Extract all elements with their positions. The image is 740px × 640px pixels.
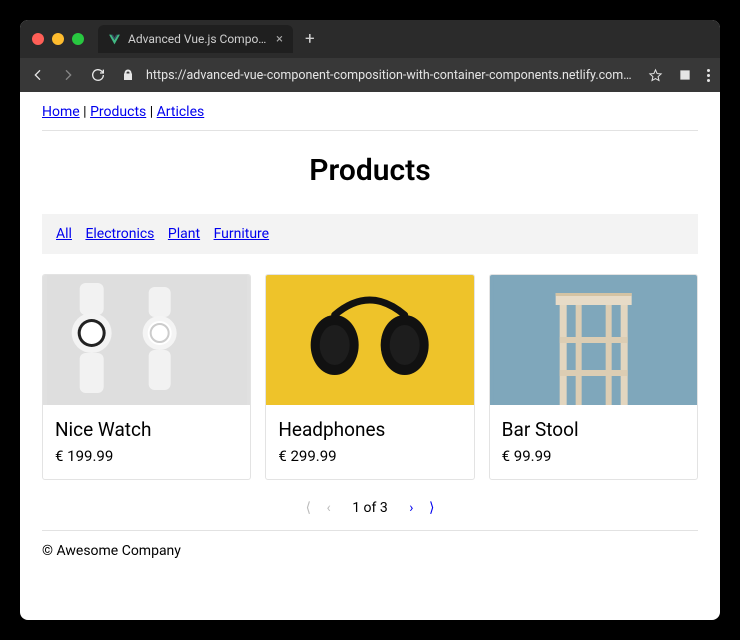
product-name: Bar Stool bbox=[502, 418, 685, 441]
filter-all[interactable]: All bbox=[56, 226, 72, 242]
nav-products[interactable]: Products bbox=[90, 104, 146, 120]
menu-button[interactable] bbox=[707, 69, 710, 82]
tab-title: Advanced Vue.js Component C bbox=[128, 32, 269, 46]
titlebar: Advanced Vue.js Component C × + bbox=[20, 20, 720, 58]
reload-button[interactable] bbox=[90, 67, 106, 83]
product-grid: Nice Watch € 199.99 Hea bbox=[42, 274, 698, 480]
vue-icon bbox=[108, 33, 121, 46]
address-bar: https://advanced-vue-component-compositi… bbox=[20, 58, 720, 92]
product-card[interactable]: Nice Watch € 199.99 bbox=[42, 274, 251, 480]
page-indicator: 1 of 3 bbox=[352, 500, 388, 516]
next-page-button[interactable]: › bbox=[409, 500, 413, 516]
extensions-button[interactable] bbox=[677, 67, 693, 83]
back-button[interactable] bbox=[30, 67, 46, 83]
minimize-window-button[interactable] bbox=[52, 33, 64, 45]
close-tab-icon[interactable]: × bbox=[276, 33, 283, 46]
footer: © Awesome Company bbox=[42, 530, 698, 559]
product-image bbox=[43, 275, 250, 405]
page-title: Products bbox=[42, 153, 698, 188]
lock-icon bbox=[120, 67, 136, 83]
prev-page-button: ‹ bbox=[327, 500, 331, 516]
filter-electronics[interactable]: Electronics bbox=[85, 226, 154, 242]
browser-tab[interactable]: Advanced Vue.js Component C × bbox=[98, 25, 293, 53]
site-nav: Home | Products | Articles bbox=[42, 104, 698, 131]
product-name: Headphones bbox=[278, 418, 461, 441]
window-controls bbox=[32, 33, 84, 45]
product-price: € 99.99 bbox=[502, 447, 685, 465]
product-image bbox=[266, 275, 473, 405]
new-tab-button[interactable]: + bbox=[305, 31, 315, 48]
forward-button[interactable] bbox=[60, 67, 76, 83]
bookmark-button[interactable] bbox=[647, 67, 663, 83]
pagination: ⟨ ‹ 1 of 3 › ⟩ bbox=[42, 500, 698, 516]
product-name: Nice Watch bbox=[55, 418, 238, 441]
page-content: Home | Products | Articles Products All … bbox=[20, 92, 720, 620]
close-window-button[interactable] bbox=[32, 33, 44, 45]
filter-plant[interactable]: Plant bbox=[168, 226, 200, 242]
filter-furniture[interactable]: Furniture bbox=[214, 226, 270, 242]
browser-window: Advanced Vue.js Component C × + https://… bbox=[20, 20, 720, 620]
product-image bbox=[490, 275, 697, 405]
category-filters: All Electronics Plant Furniture bbox=[42, 214, 698, 254]
product-card[interactable]: Bar Stool € 99.99 bbox=[489, 274, 698, 480]
nav-articles[interactable]: Articles bbox=[157, 104, 205, 120]
first-page-button: ⟨ bbox=[306, 500, 311, 516]
url-field[interactable]: https://advanced-vue-component-compositi… bbox=[146, 68, 633, 83]
maximize-window-button[interactable] bbox=[72, 33, 84, 45]
product-price: € 199.99 bbox=[55, 447, 238, 465]
product-card[interactable]: Headphones € 299.99 bbox=[265, 274, 474, 480]
product-price: € 299.99 bbox=[278, 447, 461, 465]
nav-home[interactable]: Home bbox=[42, 104, 80, 120]
last-page-button[interactable]: ⟩ bbox=[429, 500, 434, 516]
